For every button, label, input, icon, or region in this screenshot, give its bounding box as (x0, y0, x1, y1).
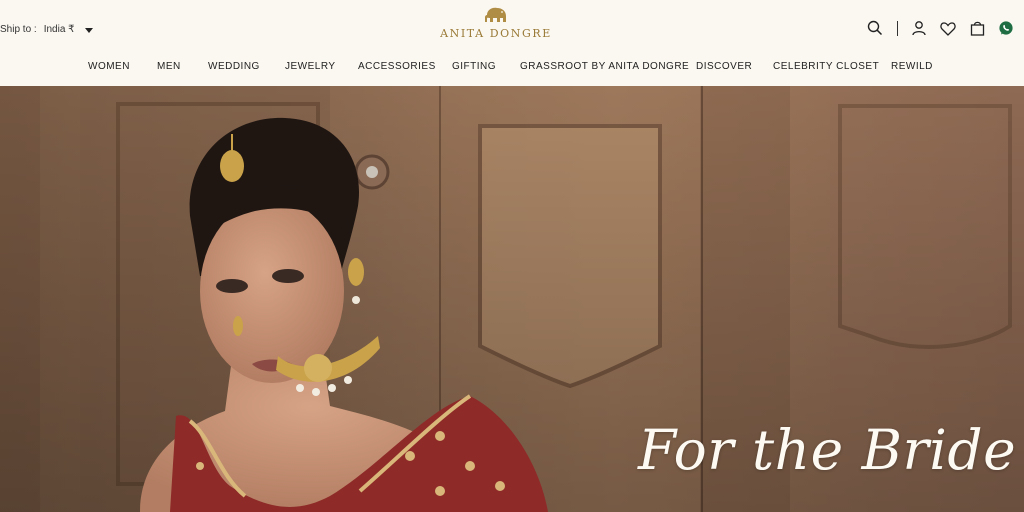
nav-item-celebrity-closet[interactable]: CELEBRITY CLOSET (773, 61, 879, 72)
nav-item-rewild[interactable]: REWILD (891, 61, 933, 72)
header-actions (856, 18, 1016, 38)
user-icon[interactable] (909, 18, 929, 38)
ship-to-value: India ₹ (43, 24, 75, 35)
search-icon[interactable] (865, 18, 885, 38)
ship-to-label: Ship to : (0, 24, 37, 35)
ship-to-selector[interactable]: Ship to : India ₹ (0, 24, 93, 35)
brand-logo[interactable]: ANITA DONGRE (436, 6, 556, 40)
nav-item-wedding[interactable]: WEDDING (208, 61, 260, 72)
bag-icon[interactable] (967, 18, 987, 38)
nav-item-gifting[interactable]: GIFTING (452, 61, 496, 72)
nav-item-discover[interactable]: DISCOVER (696, 61, 752, 72)
nav-item-jewelry[interactable]: JEWELRY (285, 61, 336, 72)
main-navigation: WOMEN MEN WEDDING JEWELRY ACCESSORIES GI… (0, 61, 1024, 81)
heart-icon[interactable] (938, 18, 958, 38)
whatsapp-icon[interactable] (996, 18, 1016, 38)
nav-item-men[interactable]: MEN (157, 61, 181, 72)
elephant-logo-icon (485, 7, 506, 22)
hero-banner[interactable]: For the Bride (0, 86, 1024, 512)
top-header: Ship to : India ₹ ANITA DONGRE WOMEN MEN (0, 0, 1024, 86)
header-divider (897, 20, 898, 36)
nav-item-women[interactable]: WOMEN (88, 61, 130, 72)
hero-tagline: For the Bride (638, 418, 1017, 482)
nav-item-accessories[interactable]: ACCESSORIES (358, 61, 436, 72)
nav-item-grassroot[interactable]: GRASSROOT BY ANITA DONGRE (520, 61, 689, 72)
brand-name: ANITA DONGRE (440, 27, 552, 40)
chevron-down-icon (84, 27, 93, 33)
